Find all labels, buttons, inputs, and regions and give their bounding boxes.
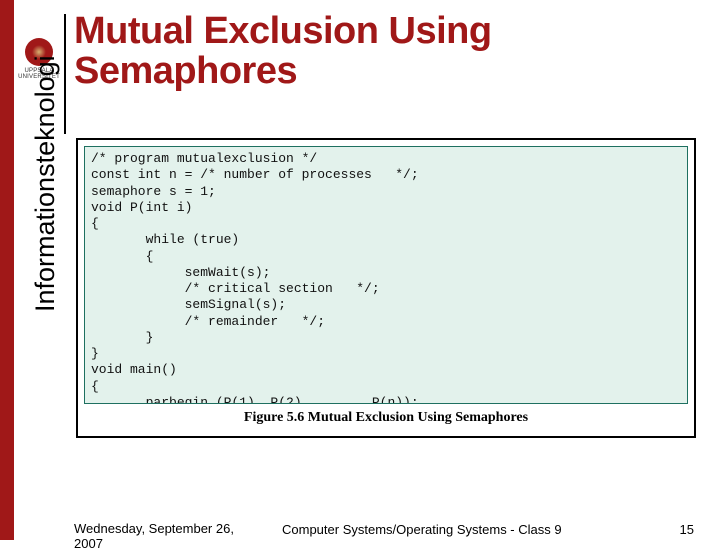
title-separator [64,14,66,134]
figure-caption: Figure 5.6 Mutual Exclusion Using Semaph… [84,410,688,426]
code-listing: /* program mutualexclusion */ const int … [84,146,688,404]
title-line2: Semaphores [74,50,297,92]
red-bar [0,0,14,540]
footer-page: 15 [680,522,694,537]
title-line1: Mutual Exclusion Using [74,10,492,52]
page-title: Mutual Exclusion UsingSemaphores [74,12,492,92]
vertical-department-label: Informationsteknologi [30,55,61,312]
figure-box: /* program mutualexclusion */ const int … [76,138,696,438]
footer-course: Computer Systems/Operating Systems - Cla… [282,522,642,537]
footer-date: Wednesday, September 26, 2007 [74,522,254,552]
